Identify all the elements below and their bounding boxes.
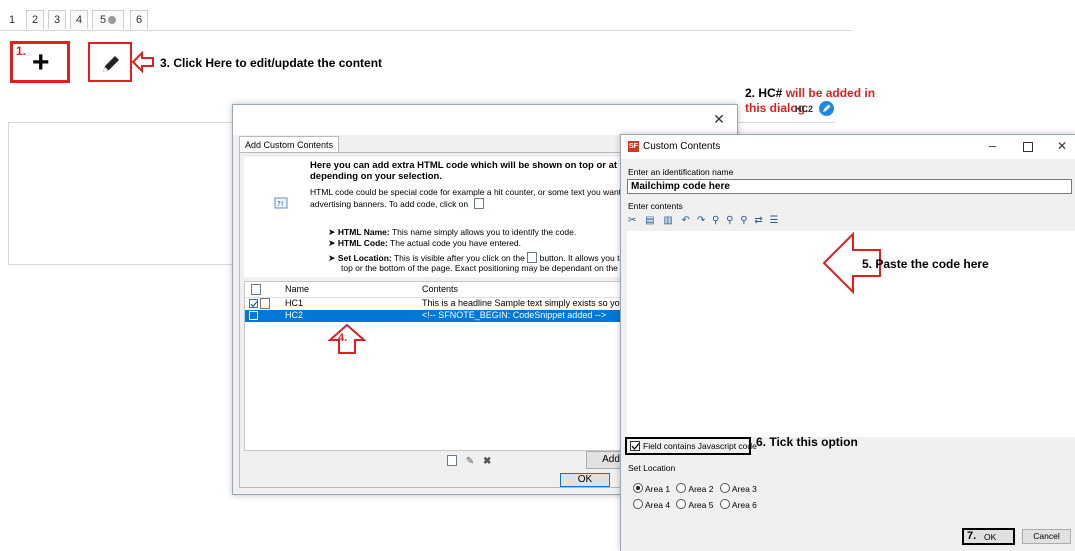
maximize-button[interactable] — [1023, 142, 1033, 152]
step-3-annotation: 3. Click Here to edit/update the content — [160, 56, 383, 70]
row-unchecked-icon[interactable] — [249, 311, 258, 320]
bullet-html-name: ➤ HTML Name: This name simply allows you… — [328, 227, 577, 237]
dialog-title: Custom Contents — [643, 141, 721, 152]
info-para-1: HTML code could be special code for exam… — [310, 187, 638, 197]
ok-button[interactable]: OK — [560, 473, 610, 487]
bullet-html-code: ➤ HTML Code: The actual code you have en… — [328, 238, 521, 248]
info-heading: Here you can add extra HTML code which w… — [310, 160, 652, 171]
cancel-button[interactable]: Cancel — [1022, 529, 1071, 544]
identification-name-input[interactable]: Mailchimp code here — [627, 179, 1072, 194]
new-item-icon[interactable] — [447, 455, 457, 466]
arrow-bullet-icon: ➤ — [328, 238, 336, 248]
arrow-left-icon — [131, 50, 154, 74]
content-area-edge — [735, 122, 835, 123]
find-icon[interactable]: ⚲ — [712, 215, 719, 226]
set-location-label: Set Location — [628, 463, 676, 473]
page-tab-5[interactable]: 5 — [92, 10, 124, 29]
redo-icon[interactable]: ↷ — [697, 215, 705, 226]
tab-add-custom-contents[interactable]: Add Custom Contents — [239, 136, 340, 153]
ok-button[interactable]: 7. OK — [962, 528, 1015, 545]
step-4-label: 4. — [338, 332, 348, 344]
plus-icon: + — [32, 46, 50, 79]
undo-icon[interactable]: ↶ — [682, 215, 690, 226]
step-1-label: 1. — [16, 44, 27, 58]
page-tabs: 1 2 3 4 5 6 — [0, 8, 852, 31]
find-next-icon[interactable]: ⚲ — [726, 215, 733, 226]
info-para-2: advertising banners. To add code, click … — [310, 198, 484, 209]
find-previous-icon[interactable]: ⚲ — [740, 215, 747, 226]
svg-text:?!: ?! — [277, 200, 284, 208]
area-6-radio[interactable]: Area 6 — [719, 499, 757, 510]
content-area — [8, 122, 238, 265]
custom-dialog-titlebar: SF Custom Contents – ✕ — [621, 135, 1075, 159]
column-contents: Contents — [422, 284, 459, 294]
row-checked-icon[interactable] — [249, 299, 258, 308]
javascript-checkbox-frame: Field contains Javascript code — [625, 437, 757, 455]
cut-icon[interactable]: ✂ — [628, 215, 636, 226]
notification-dot-icon — [108, 16, 117, 24]
html-item-icon — [260, 298, 270, 309]
step-6-annotation: 6. Tick this option — [756, 435, 858, 449]
replace-icon[interactable]: ⇄ — [754, 215, 762, 226]
page-tab-2[interactable]: 2 — [26, 10, 44, 29]
page-tab-6[interactable]: 6 — [130, 10, 148, 29]
close-button[interactable]: ✕ — [1057, 139, 1067, 153]
editor-toolbar: ✂ ▤ ▥ ↶ ↷ ⚲ ⚲ ⚲ ⇄ ☰ — [628, 215, 778, 226]
add-content-button[interactable]: 1. + — [10, 41, 70, 83]
list-actions: ✎ ✖ — [447, 455, 491, 467]
info-icon: ?! — [274, 197, 288, 209]
location-column-icon — [251, 284, 261, 295]
area-radio-row-2: Area 4 Area 5 Area 6 — [633, 499, 757, 510]
step-7-label: 7. — [967, 530, 977, 542]
arrow-bullet-icon: ➤ — [328, 227, 336, 237]
page-tab-1[interactable]: 1 — [3, 10, 21, 29]
insert-icon[interactable]: ☰ — [769, 215, 778, 226]
bullet-set-location-2: top or the bottom of the page. Exact pos… — [341, 263, 635, 273]
page-tab-4[interactable]: 4 — [70, 10, 88, 29]
page-tab-3[interactable]: 3 — [48, 10, 66, 29]
info-heading-2: depending on your selection. — [310, 171, 442, 182]
area-3-radio[interactable]: Area 3 — [719, 483, 757, 494]
edit-item-icon[interactable]: ✎ — [466, 456, 474, 467]
area-4-radio[interactable]: Area 4 — [633, 499, 670, 510]
area-5-radio[interactable]: Area 5 — [676, 499, 713, 510]
area-2-radio[interactable]: Area 2 — [676, 483, 713, 494]
location-icon — [527, 252, 538, 263]
close-button[interactable]: ✕ — [701, 105, 737, 135]
name-label: Enter an identification name — [628, 167, 734, 177]
add-dialog-titlebar: ✕ — [233, 105, 737, 135]
app-logo-icon: SF — [628, 141, 639, 152]
edit-content-button[interactable] — [88, 42, 132, 82]
close-icon: ✕ — [713, 111, 725, 127]
delete-item-icon[interactable]: ✖ — [483, 456, 491, 467]
hc-badge: HC2 — [795, 104, 814, 114]
edit-circle-icon[interactable] — [819, 101, 834, 116]
minimize-button[interactable]: – — [989, 138, 996, 153]
javascript-checkbox-label: Field contains Javascript code — [643, 441, 757, 451]
step-5-annotation: 5. Paste the code here — [862, 257, 989, 271]
custom-contents-dialog: SF Custom Contents – ✕ Enter an identifi… — [620, 134, 1075, 551]
pencil-icon — [103, 56, 119, 72]
paste-icon[interactable]: ▥ — [663, 215, 672, 226]
javascript-checkbox[interactable] — [630, 441, 640, 451]
area-1-radio[interactable]: Area 1 — [633, 483, 670, 494]
area-radio-row-1: Area 1 Area 2 Area 3 — [633, 483, 757, 494]
arrow-bullet-icon: ➤ — [328, 253, 336, 263]
contents-label: Enter contents — [628, 201, 683, 211]
column-name: Name — [285, 284, 310, 294]
add-code-icon — [473, 198, 484, 209]
copy-icon[interactable]: ▤ — [645, 215, 654, 226]
